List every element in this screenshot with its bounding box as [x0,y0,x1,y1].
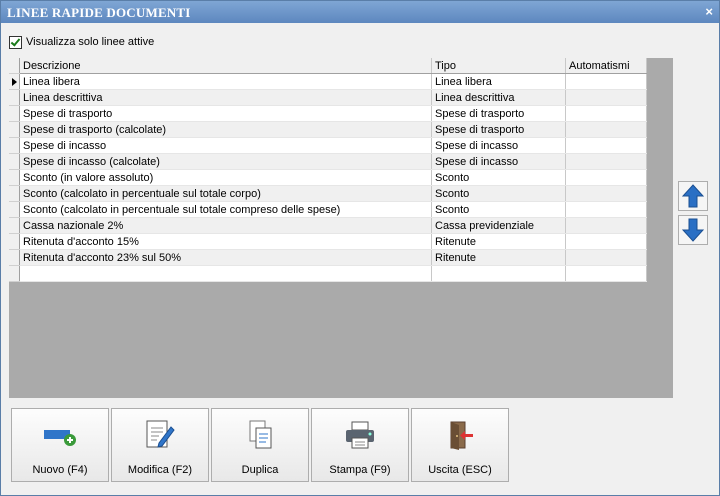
row-selector[interactable] [9,249,20,266]
cell-tipo[interactable]: Linea libera [431,73,566,90]
duplicate-button-label: Duplica [241,464,279,476]
table-row[interactable]: Spese di incasso Spese di incasso [9,137,647,154]
cell-tipo[interactable]: Spese di incasso [431,137,566,154]
print-button[interactable]: Stampa (F9) [311,408,409,482]
cell-descrizione[interactable]: Spese di incasso (calcolate) [19,153,432,170]
duplicate-button[interactable]: Duplica [211,408,309,482]
row-selector[interactable] [9,169,20,186]
column-header-tipo[interactable]: Tipo [431,58,566,74]
duplicate-icon [249,420,272,449]
column-header-automatismi[interactable]: Automatismi [565,58,647,74]
edit-button[interactable]: Modifica (F2) [111,408,209,482]
cell-descrizione[interactable] [19,265,432,282]
cell-descrizione[interactable]: Linea descrittiva [19,89,432,106]
active-lines-checkbox[interactable] [9,35,22,49]
table-row[interactable]: Sconto (calcolato in percentuale sul tot… [9,201,647,218]
row-selector[interactable] [9,217,20,234]
cell-descrizione[interactable]: Spese di incasso [19,137,432,154]
active-lines-filter[interactable]: Visualizza solo linee attive [9,34,154,50]
current-row-pointer-icon [12,78,17,86]
cell-descrizione[interactable]: Sconto (calcolato in percentuale sul tot… [19,201,432,218]
grid-header-row: Descrizione Tipo Automatismi [9,58,647,74]
cell-automatismi[interactable] [565,73,647,90]
cell-tipo[interactable]: Sconto [431,201,566,218]
cell-descrizione[interactable]: Spese di trasporto [19,105,432,122]
print-icon [346,421,374,449]
row-selector[interactable] [9,153,20,170]
cell-tipo[interactable]: Linea descrittiva [431,89,566,106]
row-selector[interactable] [9,89,20,106]
arrow-up-icon [682,184,704,208]
cell-tipo[interactable]: Spese di trasporto [431,121,566,138]
row-selector[interactable] [9,105,20,122]
window-title: LINEE RAPIDE DOCUMENTI [7,5,191,20]
cell-automatismi[interactable] [565,249,647,266]
table-row[interactable]: Ritenuta d'acconto 15% Ritenute [9,233,647,250]
row-selector[interactable] [9,265,20,282]
print-button-label: Stampa (F9) [329,464,391,476]
close-icon[interactable]: × [705,4,713,19]
row-selector[interactable] [9,185,20,202]
cell-tipo[interactable]: Spese di incasso [431,153,566,170]
lines-table: Descrizione Tipo Automatismi Linea liber… [9,58,647,282]
cell-automatismi[interactable] [565,217,647,234]
cell-tipo[interactable]: Ritenute [431,249,566,266]
cell-descrizione[interactable]: Ritenuta d'acconto 23% sul 50% [19,249,432,266]
cell-automatismi[interactable] [565,201,647,218]
row-selector[interactable] [9,121,20,138]
edit-icon [146,420,175,448]
table-row[interactable]: Ritenuta d'acconto 23% sul 50% Ritenute [9,249,647,266]
cell-descrizione[interactable]: Sconto (in valore assoluto) [19,169,432,186]
active-lines-checkbox-label: Visualizza solo linee attive [26,36,155,48]
cell-descrizione[interactable]: Sconto (calcolato in percentuale sul tot… [19,185,432,202]
cell-descrizione[interactable]: Cassa nazionale 2% [19,217,432,234]
title-bar: LINEE RAPIDE DOCUMENTI × [1,1,719,23]
cell-tipo[interactable]: Sconto [431,169,566,186]
new-button-label: Nuovo (F4) [32,464,88,476]
new-button[interactable]: Nuovo (F4) [11,408,109,482]
cell-descrizione[interactable]: Ritenuta d'acconto 15% [19,233,432,250]
new-icon [44,430,76,446]
column-header-descrizione[interactable]: Descrizione [19,58,432,74]
lines-grid: Descrizione Tipo Automatismi Linea liber… [9,58,673,398]
cell-automatismi[interactable] [565,137,647,154]
row-selector-header [9,58,20,74]
table-row[interactable]: Sconto (in valore assoluto) Sconto [9,169,647,186]
cell-automatismi[interactable] [565,153,647,170]
exit-button[interactable]: Uscita (ESC) [411,408,509,482]
cell-automatismi[interactable] [565,169,647,186]
row-selector[interactable] [9,73,20,90]
table-row[interactable]: Sconto (calcolato in percentuale sul tot… [9,185,647,202]
table-row[interactable]: Spese di trasporto Spese di trasporto [9,105,647,122]
cell-automatismi[interactable] [565,105,647,122]
cell-automatismi[interactable] [565,89,647,106]
cell-automatismi[interactable] [565,233,647,250]
cell-tipo[interactable] [431,265,566,282]
cell-descrizione[interactable]: Spese di trasporto (calcolate) [19,121,432,138]
cell-automatismi[interactable] [565,121,647,138]
cell-automatismi[interactable] [565,265,647,282]
exit-icon [450,421,473,450]
table-row[interactable]: Linea descrittiva Linea descrittiva [9,89,647,106]
move-up-button[interactable] [678,181,708,211]
row-selector[interactable] [9,201,20,218]
edit-button-label: Modifica (F2) [127,464,193,476]
table-row[interactable]: Linea libera Linea libera [9,73,647,90]
table-row[interactable]: Spese di incasso (calcolate) Spese di inc… [9,153,647,170]
cell-tipo[interactable]: Ritenute [431,233,566,250]
cell-tipo[interactable]: Spese di trasporto [431,105,566,122]
cell-tipo[interactable]: Sconto [431,185,566,202]
cell-descrizione[interactable]: Linea libera [19,73,432,90]
cell-tipo[interactable]: Cassa previdenziale [431,217,566,234]
table-row[interactable] [9,265,647,282]
move-down-button[interactable] [678,215,708,245]
cell-automatismi[interactable] [565,185,647,202]
exit-button-label: Uscita (ESC) [428,464,492,476]
row-selector[interactable] [9,233,20,250]
table-row[interactable]: Spese di trasporto (calcolate) Spese di t… [9,121,647,138]
arrow-down-icon [682,218,704,242]
table-row[interactable]: Cassa nazionale 2% Cassa previdenziale [9,217,647,234]
row-selector[interactable] [9,137,20,154]
dialog-window: LINEE RAPIDE DOCUMENTI × Visualizza solo… [0,0,720,496]
